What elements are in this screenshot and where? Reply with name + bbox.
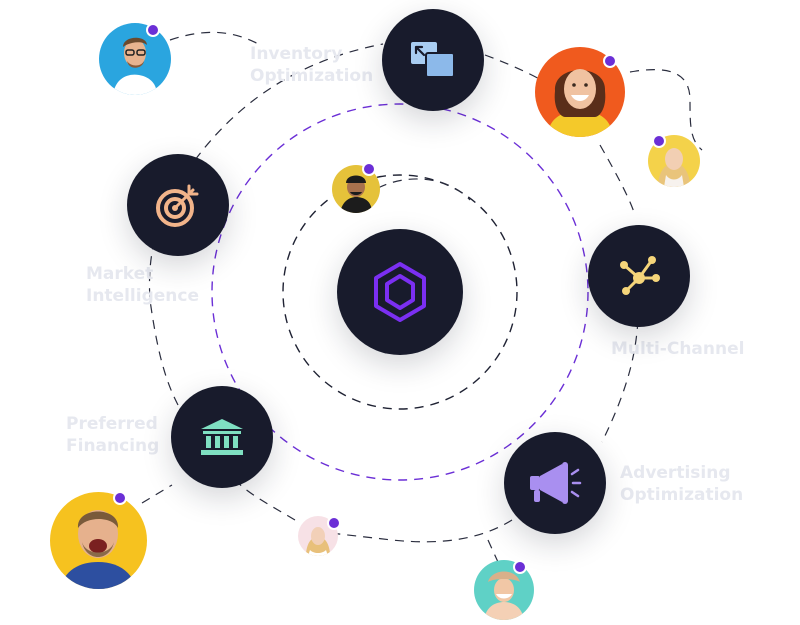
avatar-connector-left — [141, 484, 173, 504]
avatar-status-dot — [652, 134, 666, 148]
avatar-status-dot — [327, 516, 341, 530]
avatar-status-dot — [362, 162, 376, 176]
market-intelligence-node[interactable] — [127, 154, 229, 256]
preferred-financing-node[interactable] — [171, 386, 273, 488]
multi-channel-node[interactable] — [588, 225, 690, 327]
hexagon-logo-icon — [374, 262, 426, 322]
label-multi-channel: Multi-Channel — [611, 339, 745, 359]
avatar-status-dot — [113, 491, 127, 505]
avatar-status-dot — [146, 23, 160, 37]
network-nodes-icon — [620, 256, 660, 295]
label-inventory-optimization: Inventory Optimization — [250, 44, 374, 86]
avatar-man-glasses — [99, 23, 171, 95]
resize-windows-icon — [411, 42, 455, 78]
label-market-intelligence: Market Intelligence — [86, 264, 199, 306]
avatar-man-laughing — [50, 492, 147, 589]
label-advertising-optimization: Advertising Optimization — [620, 463, 744, 505]
inventory-optimization-node[interactable] — [382, 9, 484, 111]
avatar-connector-bottom — [487, 539, 499, 563]
avatar-connector-center — [377, 178, 471, 201]
avatar-status-dot — [513, 560, 527, 574]
target-arrow-icon — [156, 184, 199, 227]
center-logo-node[interactable] — [337, 229, 463, 355]
bank-icon — [201, 419, 243, 455]
label-preferred-financing: Preferred Financing — [66, 414, 160, 456]
avatar-connector-top — [169, 31, 261, 46]
avatar-status-dot — [603, 54, 617, 68]
megaphone-icon — [530, 462, 582, 504]
advertising-optimization-node[interactable] — [504, 432, 606, 534]
